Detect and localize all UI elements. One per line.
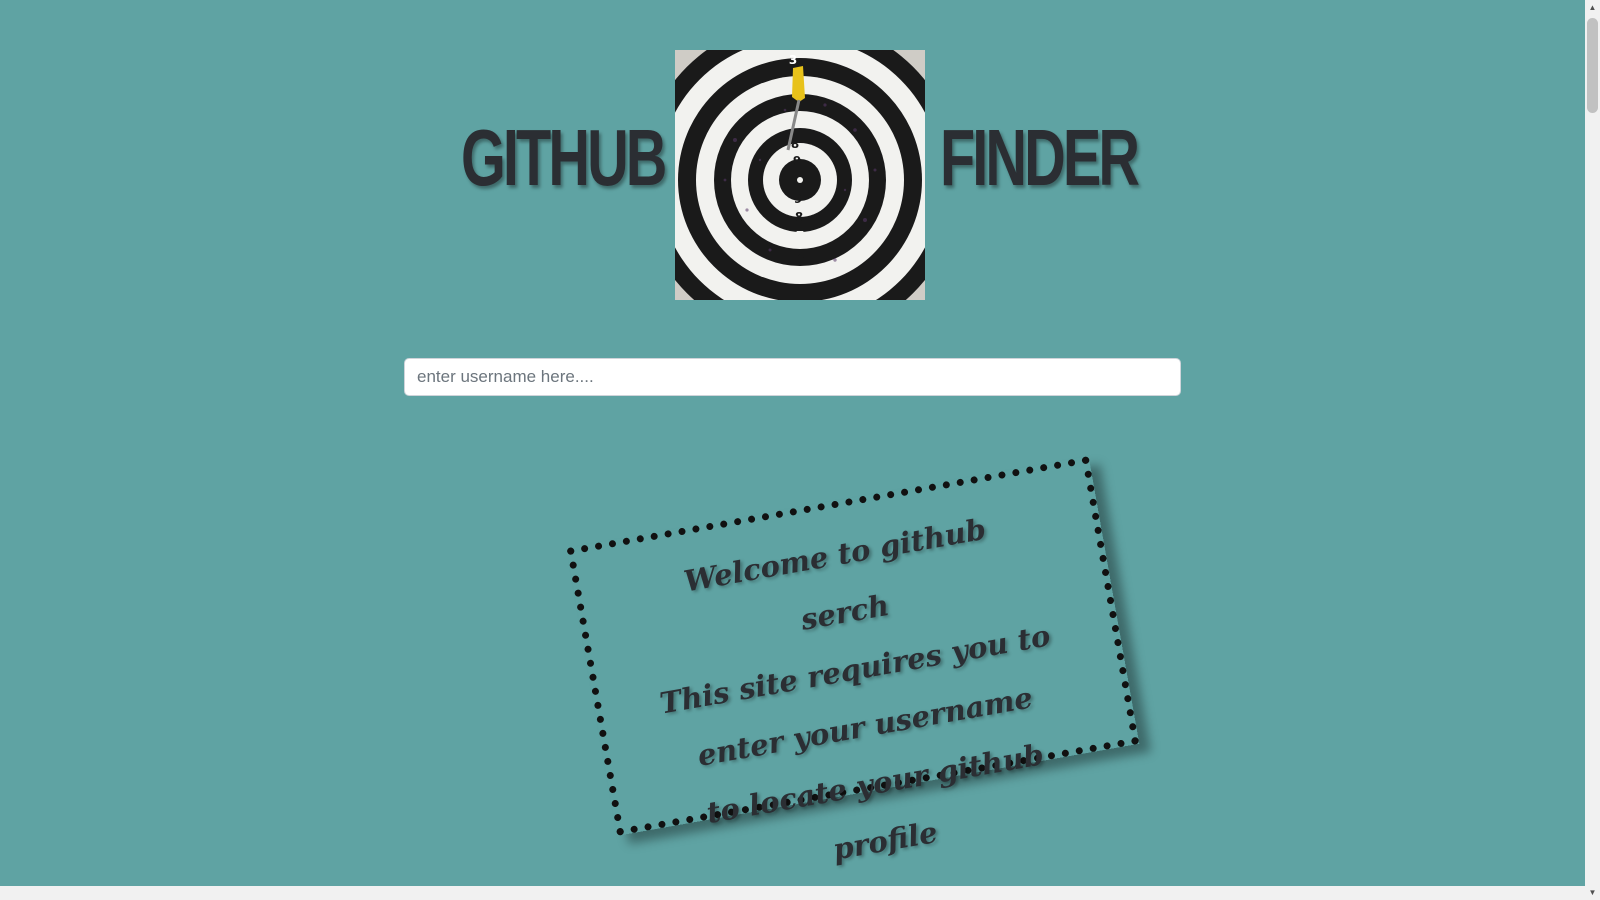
welcome-message: Welcome to github serch This site requir… xyxy=(633,492,1087,900)
svg-text:5: 5 xyxy=(798,272,806,286)
svg-text:9: 9 xyxy=(793,154,801,168)
title-github: GITHUB xyxy=(461,113,667,202)
horizontal-scrollbar-track xyxy=(0,886,1585,900)
page: GITHUB 3 8 9 9 8 6 7 5 FINDER enter user… xyxy=(0,0,1600,900)
dartboard-svg: 3 8 9 9 8 6 7 5 xyxy=(675,50,925,300)
svg-text:7: 7 xyxy=(796,229,804,243)
svg-text:3: 3 xyxy=(789,53,797,67)
vertical-scrollbar[interactable]: ▲ ▼ xyxy=(1585,0,1600,900)
svg-text:9: 9 xyxy=(794,192,802,206)
dartboard-target-icon: 3 8 9 9 8 6 7 5 xyxy=(675,50,925,300)
svg-text:6: 6 xyxy=(797,252,805,266)
scroll-up-arrow-icon[interactable]: ▲ xyxy=(1585,0,1600,15)
svg-text:8: 8 xyxy=(795,210,803,224)
svg-text:8: 8 xyxy=(791,137,799,151)
scrollbar-thumb[interactable] xyxy=(1587,18,1598,113)
title-finder: FINDER xyxy=(940,113,1140,202)
scroll-down-arrow-icon[interactable]: ▼ xyxy=(1585,885,1600,900)
username-search-input[interactable] xyxy=(404,358,1181,396)
